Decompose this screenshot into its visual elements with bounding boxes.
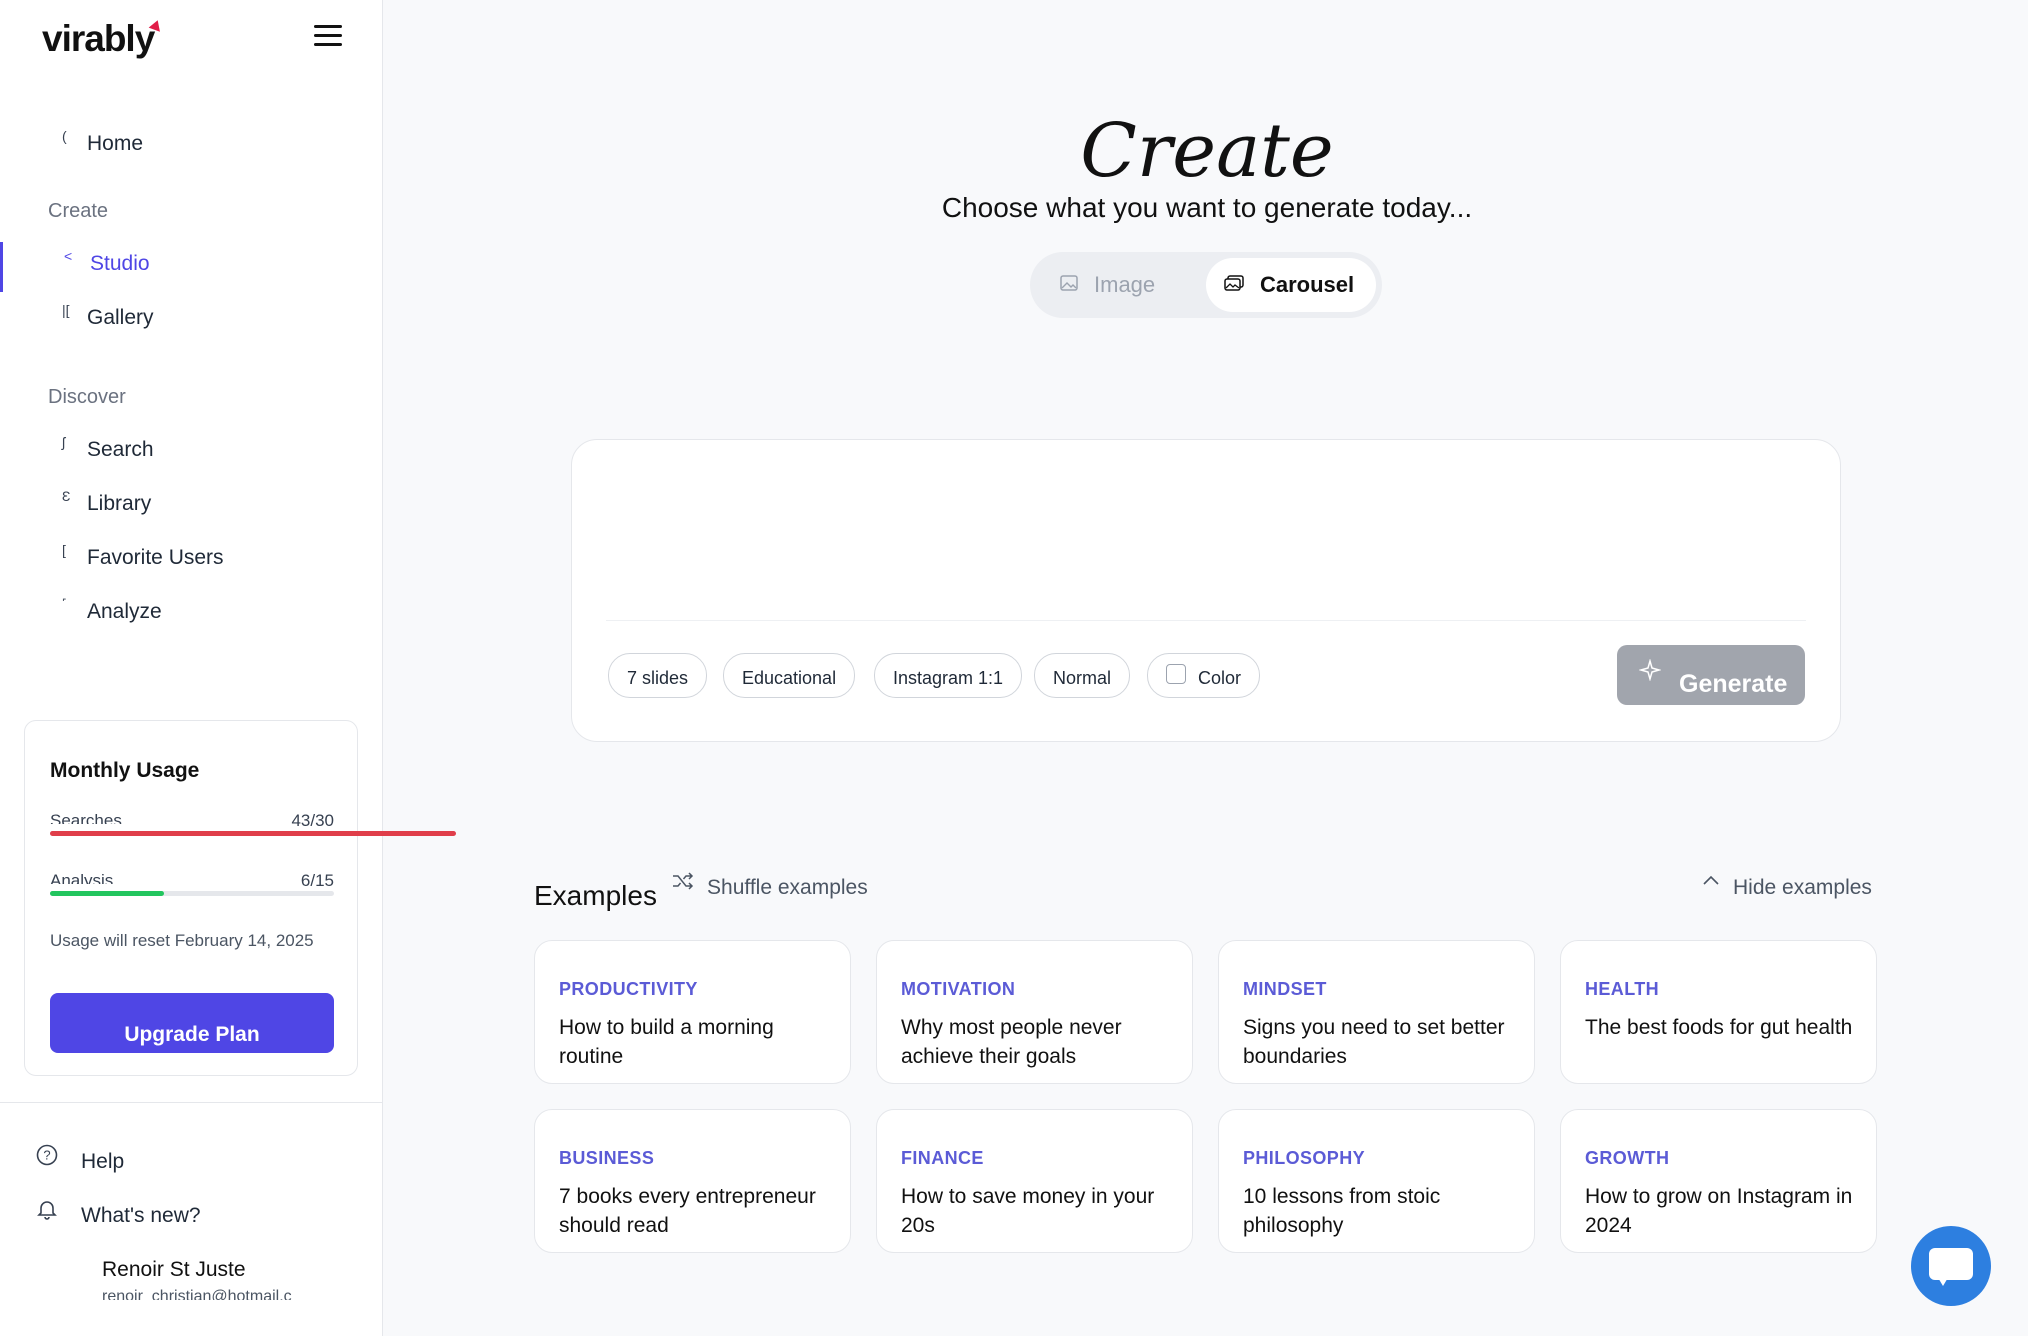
usage-analysis-bar bbox=[50, 891, 164, 896]
chip-format[interactable]: Instagram 1:1 bbox=[874, 653, 1023, 698]
help-label: Help bbox=[81, 1150, 125, 1173]
chip-color-label: Color bbox=[1198, 668, 1242, 688]
tab-carousel[interactable]: Carousel bbox=[1206, 258, 1376, 312]
tab-carousel-label: Carousel bbox=[1260, 272, 1355, 297]
image-icon bbox=[1060, 274, 1078, 296]
monthly-usage-card: Monthly Usage Searches 43/30 Analysis 6/… bbox=[24, 720, 456, 1076]
example-text: Signs you need to set better boundaries bbox=[1243, 1016, 1505, 1068]
example-text: Why most people never achieve their goal… bbox=[901, 1016, 1122, 1068]
example-card[interactable]: FINANCE How to save money in your 20s bbox=[876, 1109, 1193, 1253]
examples-heading: Examples bbox=[534, 880, 657, 911]
generate-button[interactable]: Generate bbox=[1617, 645, 1805, 705]
example-category: MOTIVATION bbox=[901, 979, 1016, 999]
user-name[interactable]: Renoir St Juste bbox=[102, 1258, 246, 1282]
example-text: 10 lessons from stoic philosophy bbox=[1243, 1185, 1441, 1237]
hamburger-icon[interactable] bbox=[314, 25, 342, 47]
analyze-icon: ˹ bbox=[62, 596, 67, 612]
chip-slides[interactable]: 7 slides bbox=[608, 653, 708, 698]
chip-length[interactable]: Normal bbox=[1034, 653, 1131, 698]
example-card[interactable]: BUSINESS 7 books every entrepreneur shou… bbox=[534, 1109, 851, 1253]
chat-bubble-icon[interactable] bbox=[1911, 1226, 1991, 1306]
chip-color[interactable]: Color bbox=[1147, 653, 1261, 698]
shuffle-label: Shuffle examples bbox=[707, 876, 868, 899]
hide-examples-label: Hide examples bbox=[1733, 876, 1872, 899]
usage-analysis-count: 6/15 bbox=[300, 871, 334, 890]
logo-text: virably bbox=[42, 18, 155, 59]
usage-searches-track bbox=[50, 831, 456, 836]
example-text: The best foods for gut health bbox=[1585, 1016, 1853, 1039]
prompt-box: 7 slides Educational Instagram 1:1 Norma… bbox=[571, 439, 1841, 742]
whats-new-label: What's new? bbox=[81, 1204, 201, 1227]
page-title: Create bbox=[1080, 108, 1334, 194]
sidebar-item-analyze[interactable]: ˹ Analyze bbox=[0, 590, 382, 636]
sidebar-item-search[interactable]: ʃ Search bbox=[0, 428, 382, 474]
sidebar-item-label: Gallery bbox=[87, 306, 154, 329]
example-card[interactable]: PRODUCTIVITY How to build a morning rout… bbox=[534, 940, 851, 1084]
sidebar-item-library[interactable]: Ɛ Library bbox=[0, 482, 382, 528]
sidebar-item-gallery[interactable]: |[ Gallery bbox=[0, 296, 382, 342]
section-discover: Discover bbox=[48, 386, 126, 408]
whats-new-link[interactable]: What's new? bbox=[36, 1194, 336, 1234]
sparkle-icon bbox=[1638, 658, 1662, 687]
carousel-icon bbox=[1224, 274, 1244, 296]
tab-image[interactable]: Image bbox=[1060, 258, 1180, 312]
usage-reset-text: Usage will reset February 14, 2025 bbox=[50, 931, 314, 950]
example-card[interactable]: HEALTH The best foods for gut health bbox=[1560, 940, 1877, 1084]
color-swatch-icon bbox=[1166, 664, 1186, 684]
chip-style[interactable]: Educational bbox=[723, 653, 856, 698]
example-text: How to save money in your 20s bbox=[901, 1185, 1155, 1237]
generate-label: Generate bbox=[1679, 670, 1788, 698]
favorite-users-icon: [ bbox=[62, 542, 66, 558]
sidebar-item-label: Favorite Users bbox=[87, 546, 224, 569]
user-email: renoir_christian@hotmail.c bbox=[102, 1288, 292, 1300]
search-icon: ʃ bbox=[62, 434, 66, 450]
mode-toggle: Image Carousel bbox=[1030, 252, 1382, 318]
hide-examples-button[interactable]: Hide examples bbox=[1702, 875, 1872, 912]
svg-text:?: ? bbox=[43, 1148, 50, 1163]
usage-searches-bar bbox=[50, 831, 456, 836]
usage-searches-count: 43/30 bbox=[291, 811, 334, 830]
help-icon: ? bbox=[36, 1144, 58, 1166]
sidebar-item-label: Analyze bbox=[87, 600, 162, 623]
example-category: PRODUCTIVITY bbox=[559, 979, 698, 999]
example-text: How to build a morning routine bbox=[559, 1016, 774, 1068]
prompt-separator bbox=[606, 620, 1806, 621]
shuffle-icon bbox=[672, 872, 699, 894]
upgrade-plan-button[interactable]: Upgrade Plan bbox=[50, 993, 334, 1053]
sidebar-item-studio[interactable]: < Studio bbox=[0, 242, 382, 292]
shuffle-examples-button[interactable]: Shuffle examples bbox=[672, 872, 868, 912]
tab-image-label: Image bbox=[1094, 272, 1156, 297]
sidebar-divider bbox=[0, 1102, 382, 1103]
example-category: MINDSET bbox=[1243, 979, 1327, 999]
virably-logo[interactable]: virably bbox=[42, 18, 164, 60]
example-category: PHILOSOPHY bbox=[1243, 1148, 1366, 1168]
bell-icon bbox=[36, 1198, 58, 1220]
example-card[interactable]: MINDSET Signs you need to set better bou… bbox=[1218, 940, 1535, 1084]
example-text: 7 books every entrepreneur should read bbox=[559, 1185, 816, 1237]
usage-title: Monthly Usage bbox=[50, 759, 200, 782]
usage-searches-label: Searches bbox=[50, 811, 122, 824]
example-text: How to grow on Instagram in 2024 bbox=[1585, 1185, 1853, 1237]
gallery-icon: |[ bbox=[62, 302, 70, 318]
usage-analysis-track bbox=[50, 891, 334, 896]
sidebar-item-label: Search bbox=[87, 438, 154, 461]
prompt-input[interactable] bbox=[606, 460, 1806, 610]
page-subtitle: Choose what you want to generate today..… bbox=[941, 192, 1473, 223]
example-card[interactable]: PHILOSOPHY 10 lessons from stoic philoso… bbox=[1218, 1109, 1535, 1253]
chevron-up-icon bbox=[1702, 870, 1725, 890]
example-category: HEALTH bbox=[1585, 979, 1660, 999]
studio-icon: < bbox=[64, 248, 73, 264]
help-link[interactable]: ? Help bbox=[36, 1140, 336, 1180]
library-icon: Ɛ bbox=[62, 488, 71, 504]
usage-analysis-label: Analysis bbox=[50, 871, 114, 884]
example-category: FINANCE bbox=[901, 1148, 984, 1168]
sidebar-item-label: Library bbox=[87, 492, 152, 515]
example-category: BUSINESS bbox=[559, 1148, 655, 1168]
example-card[interactable]: MOTIVATION Why most people never achieve… bbox=[876, 940, 1193, 1084]
sidebar-item-label: Studio bbox=[90, 252, 150, 275]
sidebar-item-favorite-users[interactable]: [ Favorite Users bbox=[0, 536, 382, 582]
example-category: GROWTH bbox=[1585, 1148, 1670, 1168]
example-card[interactable]: GROWTH How to grow on Instagram in 2024 bbox=[1560, 1109, 1877, 1253]
